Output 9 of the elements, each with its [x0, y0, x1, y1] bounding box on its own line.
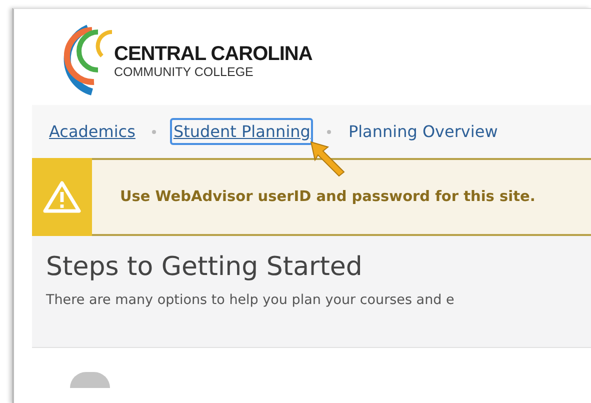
breadcrumb-link[interactable]: Planning Overview	[345, 118, 501, 145]
college-subtitle: COMMUNITY COLLEGE	[114, 65, 254, 79]
alert-message: Use WebAdvisor userID and password for this site.	[120, 189, 536, 205]
college-name: CENTRAL CAROLINA	[114, 43, 312, 65]
section-title: Steps to Getting Started	[46, 252, 364, 282]
section-description: There are many options to help you plan your courses and e	[46, 292, 456, 308]
warning-icon	[42, 180, 82, 214]
breadcrumb-link[interactable]: Academics	[46, 118, 138, 145]
breadcrumb-link[interactable]: Student Planning	[170, 118, 314, 145]
